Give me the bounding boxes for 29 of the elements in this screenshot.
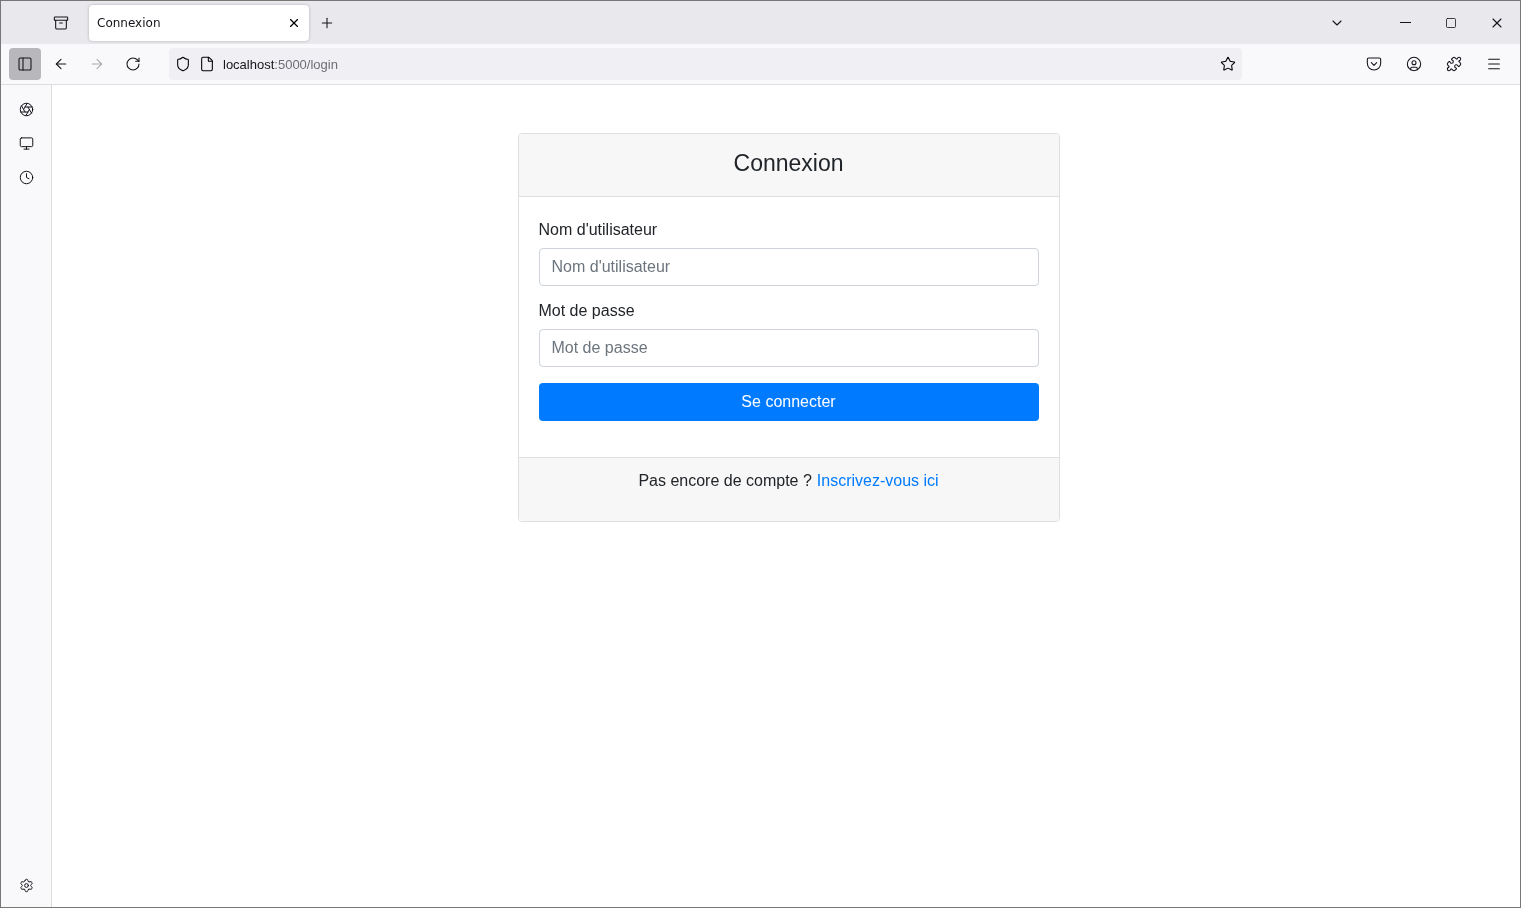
maximize-icon [1445, 16, 1457, 29]
input-field[interactable]: Mot de passe [538, 329, 1039, 367]
bookmark-star-icon[interactable] [1220, 56, 1236, 72]
page-icon [199, 56, 215, 72]
field-label: Nom d'utilisateur [538, 221, 659, 239]
minimize-icon [1399, 21, 1411, 24]
reload-icon [125, 56, 141, 72]
menu-icon [1486, 56, 1502, 72]
login-button[interactable]: Se connecter [538, 383, 1039, 421]
puzzle-icon [1446, 56, 1462, 72]
address-bar[interactable]: localhost:5000/login [169, 48, 1242, 80]
arrow-right-icon [89, 56, 105, 72]
field-label: Mot de passe [538, 302, 636, 320]
settings-icon [18, 877, 34, 893]
tab-title: Connexion [97, 15, 161, 30]
clock-icon [18, 169, 34, 185]
tray-icon [53, 14, 69, 31]
card-title: Connexion [518, 134, 1059, 197]
signup-prompt: Pas encore de compte ? [638, 472, 812, 491]
signup-link[interactable]: Inscrivez-vous ici [816, 472, 939, 521]
sidebar-icon [17, 56, 33, 72]
pocket-icon [1366, 56, 1382, 72]
input-field[interactable]: Nom d'utilisateur [538, 248, 1039, 286]
shield-icon [175, 56, 191, 72]
browser-tab[interactable]: Connexion [89, 4, 309, 41]
user-circle-icon [1406, 56, 1422, 72]
devices-icon [18, 135, 34, 151]
url-text: localhost:5000/login [223, 56, 338, 72]
sidebar-toggle-button[interactable] [9, 48, 41, 80]
